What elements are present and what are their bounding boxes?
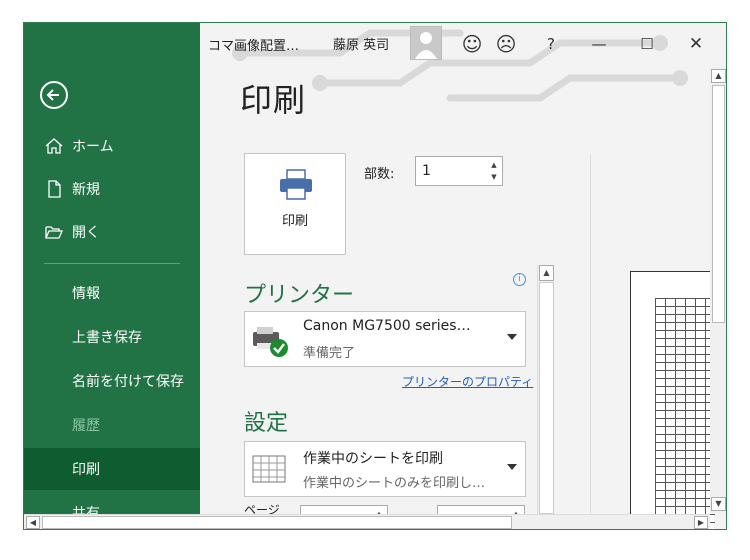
close-button[interactable]: ✕ [683, 31, 709, 57]
back-button[interactable] [40, 81, 68, 109]
print-pane: 印刷 印刷 部数: 1 ▲ ▼ ▲ プリンター i Canon MG7500 s… [200, 65, 726, 529]
vertical-scrollbar[interactable]: ▲ ▼ [710, 67, 726, 513]
excel-window: ホーム 新規 開く 情報 上書き保存 名前を付けて保存 履歴 印刷 共有 [23, 22, 727, 530]
printer-dropdown[interactable]: Canon MG7500 series… 準備完了 [244, 311, 526, 367]
print-scope-description: 作業中のシートのみを印刷し… [303, 476, 486, 491]
sidebar-item-print[interactable]: 印刷 [24, 448, 200, 490]
frown-feedback-button[interactable]: ☹ [493, 31, 519, 57]
copies-input[interactable]: 1 ▲ ▼ [415, 156, 503, 186]
sheet-grid-icon [252, 455, 286, 483]
chevron-down-icon [507, 334, 517, 340]
folder-open-icon [45, 226, 63, 239]
spin-up-icon[interactable]: ▲ [489, 159, 499, 171]
printer-name: Canon MG7500 series… [303, 318, 471, 334]
minimize-button[interactable]: — [586, 31, 612, 57]
sidebar-item-save[interactable]: 上書き保存 [24, 317, 200, 357]
sidebar-item-new[interactable]: 新規 [24, 171, 200, 207]
home-icon [45, 138, 63, 154]
scroll-down-icon[interactable]: ▼ [711, 497, 726, 511]
sidebar-item-label: 新規 [72, 182, 100, 198]
printer-section-heading: プリンター [244, 283, 355, 308]
scrollbar-track[interactable] [539, 282, 554, 514]
backstage-sidebar: ホーム 新規 開く 情報 上書き保存 名前を付けて保存 履歴 印刷 共有 [24, 23, 200, 529]
arrow-left-icon [46, 89, 59, 101]
scroll-left-icon[interactable]: ◀ [26, 516, 40, 529]
sidebar-item-label: 開く [72, 225, 100, 241]
page-title: 印刷 [240, 81, 307, 119]
scroll-up-icon[interactable]: ▲ [711, 69, 726, 83]
info-icon[interactable]: i [513, 273, 526, 286]
settings-scrollbar[interactable]: ▲ [537, 265, 554, 514]
settings-section-heading: 設定 [244, 411, 289, 436]
sidebar-item-info[interactable]: 情報 [24, 273, 200, 313]
sidebar-item-label: ホーム [72, 139, 114, 155]
title-bar: コマ画像配置… 藤原 英司 ☺ ☹ ? — ☐ ✕ [200, 23, 726, 102]
preview-divider [590, 155, 591, 514]
avatar[interactable] [410, 26, 442, 60]
scrollbar-thumb[interactable] [42, 516, 512, 529]
sidebar-item-open[interactable]: 開く [24, 214, 200, 250]
new-document-icon [48, 180, 61, 198]
sidebar-item-save-as[interactable]: 名前を付けて保存 [24, 361, 200, 401]
printer-properties-link[interactable]: プリンターのプロパティ [402, 373, 533, 390]
smile-feedback-button[interactable]: ☺ [459, 31, 485, 57]
chevron-down-icon [507, 464, 517, 470]
print-scope-dropdown[interactable]: 作業中のシートを印刷 作業中のシートのみを印刷し… [244, 441, 526, 497]
help-button[interactable]: ? [538, 31, 564, 57]
sidebar-divider [44, 263, 180, 264]
copies-value: 1 [422, 163, 431, 179]
sidebar-item-history: 履歴 [72, 418, 100, 434]
preview-page [630, 271, 715, 529]
printer-status: 準備完了 [303, 346, 356, 361]
printer-icon [280, 169, 312, 200]
sidebar-item-home[interactable]: ホーム [24, 128, 200, 164]
scrollbar-thumb[interactable] [712, 85, 725, 323]
printer-ready-icon [253, 327, 288, 357]
user-icon [415, 32, 437, 59]
print-button-label: 印刷 [281, 214, 308, 229]
print-button[interactable]: 印刷 [244, 153, 346, 255]
print-scope-title: 作業中のシートを印刷 [303, 451, 443, 467]
maximize-button[interactable]: ☐ [634, 31, 660, 57]
spin-down-icon[interactable]: ▼ [489, 171, 499, 183]
user-name[interactable]: 藤原 英司 [333, 34, 389, 53]
print-preview [620, 155, 715, 529]
preview-sheet-content [655, 298, 715, 529]
scroll-up-icon[interactable]: ▲ [539, 265, 554, 281]
horizontal-scrollbar[interactable]: ◀ ▶ [24, 514, 710, 529]
copies-label: 部数: [364, 167, 395, 182]
scroll-right-icon[interactable]: ▶ [694, 516, 708, 529]
document-title: コマ画像配置… [208, 39, 300, 54]
